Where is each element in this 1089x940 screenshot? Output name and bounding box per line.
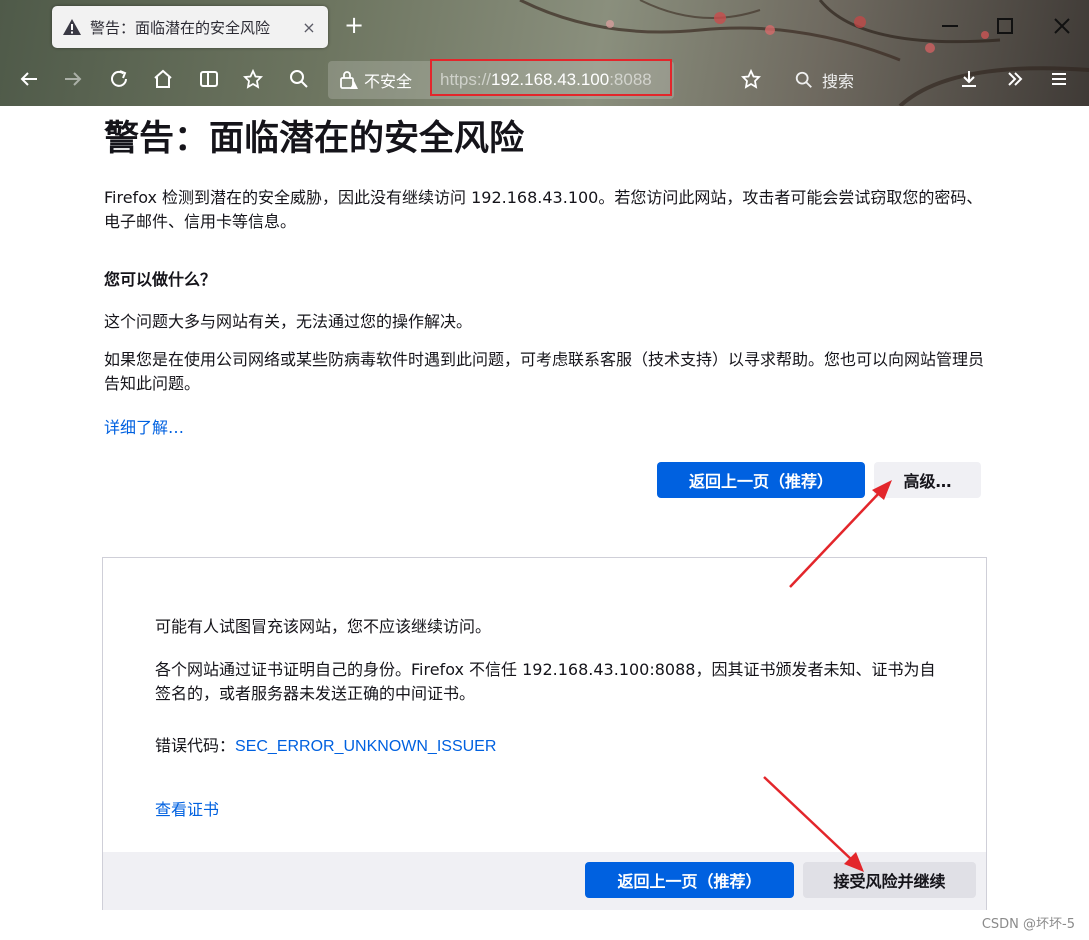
search-icon: [290, 70, 308, 88]
advanced-panel: 可能有人试图冒充该网站，您不应该继续访问。 各个网站通过证书证明自己的身份。Fi…: [102, 557, 987, 910]
chevron-double-right-icon: [1008, 72, 1023, 86]
tab-close-icon[interactable]: ×: [300, 18, 318, 37]
toolbar-search-button[interactable]: [286, 66, 312, 92]
search-bar[interactable]: 搜索: [794, 68, 854, 92]
view-certificate-link[interactable]: 查看证书: [155, 796, 219, 820]
advanced-button[interactable]: 高级…: [874, 462, 981, 498]
maximize-button[interactable]: [993, 14, 1017, 38]
accept-risk-button[interactable]: 接受风险并继续: [803, 862, 976, 898]
error-code-line: 错误代码：SEC_ERROR_UNKNOWN_ISSUER: [155, 732, 496, 756]
error-code-link[interactable]: SEC_ERROR_UNKNOWN_ISSUER: [235, 738, 496, 755]
impersonation-warning: 可能有人试图冒充该网站，您不应该继续访问。: [155, 617, 492, 636]
overflow-button[interactable]: [1002, 66, 1028, 92]
window-close-button[interactable]: [1050, 14, 1074, 38]
site-security-indicator[interactable]: 不安全: [338, 68, 412, 92]
search-icon: [795, 71, 812, 88]
lock-warning-icon: [340, 71, 358, 89]
forward-arrow-icon: [65, 72, 82, 86]
hamburger-menu-icon: [1052, 73, 1066, 85]
warning-icon: [62, 17, 82, 37]
error-page: 警告：面临潜在的安全风险 Firefox 检测到潜在的安全威胁，因此没有继续访问…: [0, 106, 1089, 940]
star-icon: [741, 68, 761, 89]
home-icon: [154, 69, 172, 88]
what-can-you-do-heading: 您可以做什么？: [104, 270, 217, 289]
maximize-icon: [997, 18, 1013, 34]
problem-description: 这个问题大多与网站有关，无法通过您的操作解决。: [104, 312, 473, 331]
forward-button[interactable]: [60, 66, 86, 92]
minimize-button[interactable]: [938, 14, 962, 38]
home-button[interactable]: [150, 66, 176, 92]
back-arrow-icon: [20, 72, 37, 86]
download-icon: [962, 71, 976, 87]
error-code-label: 错误代码：: [155, 736, 236, 755]
intro-text: Firefox 检测到潜在的安全威胁，因此没有继续访问 192.168.43.1…: [104, 188, 983, 231]
reader-view-button[interactable]: [196, 66, 222, 92]
reload-button[interactable]: [106, 66, 132, 92]
minimize-icon: [942, 25, 958, 27]
advanced-panel-footer: 返回上一页（推荐） 接受风险并继续: [103, 852, 986, 910]
url-highlight-annotation: [430, 59, 672, 96]
page-title: 警告：面临潜在的安全风险: [104, 119, 525, 159]
tab-active[interactable]: 警告：面临潜在的安全风险 ×: [52, 6, 328, 48]
new-tab-button[interactable]: +: [342, 13, 366, 38]
security-label: 不安全: [364, 72, 413, 91]
bookmark-star-icon: [243, 68, 263, 89]
bookmark-manager-button[interactable]: [240, 66, 266, 92]
help-description: 如果您是在使用公司网络或某些防病毒软件时遇到此问题，可考虑联系客服（技术支持）以…: [104, 350, 985, 393]
tab-bar: 警告：面临潜在的安全风险 × +: [0, 0, 1089, 54]
bookmark-page-button[interactable]: [738, 66, 764, 92]
go-back-button[interactable]: 返回上一页（推荐）: [657, 462, 865, 498]
tab-title: 警告：面临潜在的安全风险: [90, 18, 271, 37]
sidebar-icon: [200, 71, 218, 87]
learn-more-link[interactable]: 详细了解…: [104, 414, 184, 438]
app-menu-button[interactable]: [1046, 66, 1072, 92]
watermark: CSDN @坏坏-5: [981, 917, 1075, 932]
certificate-explanation: 各个网站通过证书证明自己的身份。Firefox 不信任 192.168.43.1…: [155, 660, 936, 703]
reload-icon: [111, 70, 127, 87]
back-button[interactable]: [16, 66, 42, 92]
downloads-button[interactable]: [956, 66, 982, 92]
close-icon: [1054, 18, 1070, 34]
go-back-button-secondary[interactable]: 返回上一页（推荐）: [585, 862, 794, 898]
search-placeholder: 搜索: [822, 72, 855, 91]
